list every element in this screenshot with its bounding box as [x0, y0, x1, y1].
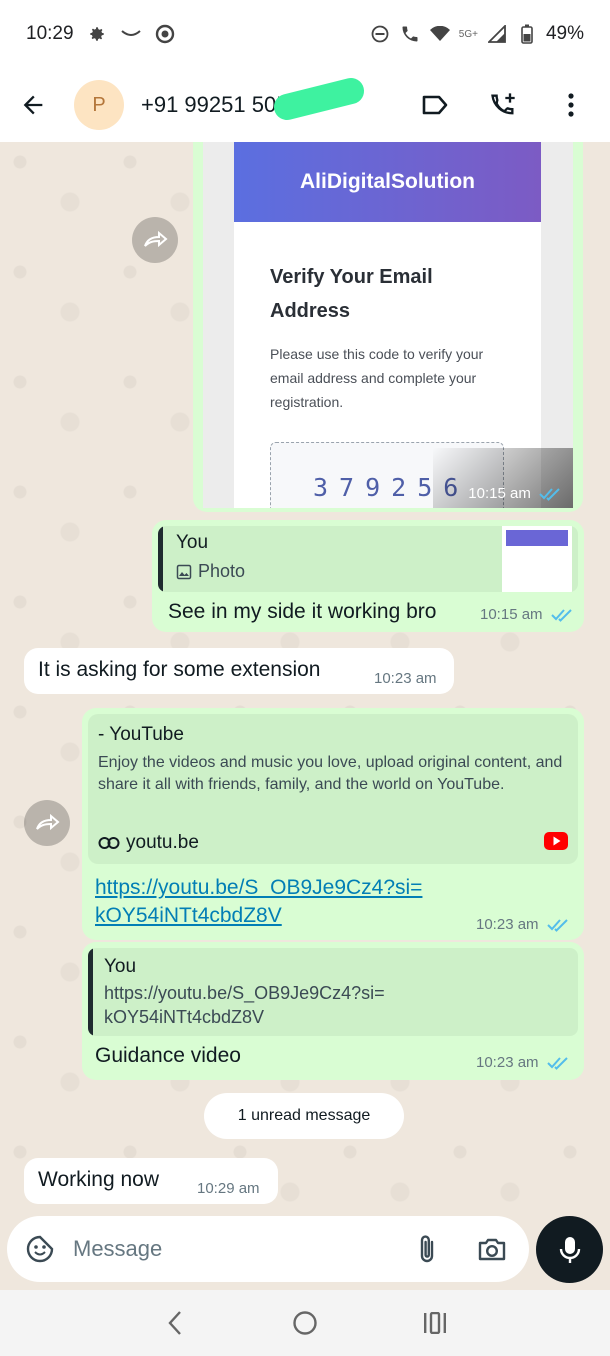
quote-url-line-2: kOY54iNTt4cbdZ8V	[104, 1007, 265, 1027]
email-title: Verify Your Email Address	[270, 266, 433, 322]
youtube-logo-icon	[544, 832, 568, 850]
more-options-icon[interactable]	[554, 88, 588, 122]
quote-type-text: Photo	[198, 561, 246, 581]
contact-name-text: +91 99251 505	[141, 92, 289, 117]
preview-domain-text: youtu.be	[126, 832, 199, 853]
message-time: 10:23 am	[374, 670, 437, 687]
read-ticks-icon	[547, 919, 568, 932]
quote-author: You	[176, 532, 209, 553]
do-not-disturb-icon	[369, 23, 391, 45]
voice-record-button[interactable]	[536, 1216, 603, 1283]
preview-title: - YouTube	[98, 724, 184, 745]
read-ticks-icon	[539, 488, 560, 501]
time-text: 10:15 am	[480, 606, 543, 623]
message-time: 10:23 am	[476, 1054, 569, 1071]
email-text: Please use this code to verify your emai…	[270, 346, 484, 410]
forward-icon	[36, 813, 60, 831]
nav-home-icon[interactable]	[285, 1303, 325, 1343]
microphone-icon	[559, 1236, 580, 1263]
message-time: 10:15 am	[480, 606, 573, 623]
incoming-message[interactable]: Working now 10:29 am	[24, 1158, 278, 1204]
quote-type: Photo	[176, 561, 245, 582]
url-line-2[interactable]: kOY54iNTt4cbdZ8V	[95, 902, 422, 930]
message-text: Guidance video	[95, 1044, 241, 1067]
quote-thumbnail	[502, 526, 572, 592]
reply-message[interactable]: You Photo See in my side it working bro …	[152, 520, 584, 632]
time-text: 10:15 am	[468, 485, 531, 502]
reply-message[interactable]: You https://youtu.be/S_OB9Je9Cz4?si= kOY…	[82, 942, 584, 1080]
sticker-icon[interactable]	[25, 1234, 55, 1264]
message-text: See in my side it working bro	[168, 600, 437, 623]
contact-name[interactable]: +91 99251 505	[141, 75, 367, 123]
message-time: 10:23 am	[476, 916, 569, 933]
camera-icon[interactable]	[477, 1236, 507, 1262]
smile-notification-icon	[120, 23, 142, 45]
quote-author: You	[104, 956, 137, 977]
chat-header: P +91 99251 505	[0, 68, 610, 142]
whatsapp-notification-icon	[154, 23, 176, 45]
wifi-icon	[429, 23, 451, 45]
label-tag-icon[interactable]	[418, 88, 452, 122]
message-input[interactable]: Message	[73, 1236, 162, 1262]
email-screenshot-image[interactable]: AliDigitalSolution Verify Your Email Add…	[203, 142, 573, 508]
link-preview-card[interactable]: - YouTube Enjoy the videos and music you…	[88, 714, 578, 864]
quoted-photo[interactable]: You Photo	[158, 526, 578, 592]
battery-icon	[516, 23, 538, 45]
forward-icon	[144, 230, 168, 248]
forward-button[interactable]	[132, 217, 178, 263]
read-ticks-icon	[551, 609, 572, 622]
quoted-link[interactable]: You https://youtu.be/S_OB9Je9Cz4?si= kOY…	[88, 948, 578, 1036]
contact-avatar[interactable]: P	[74, 80, 124, 130]
message-time: 10:15 am	[468, 485, 561, 502]
redaction-mark	[271, 75, 367, 123]
attach-icon[interactable]	[417, 1234, 437, 1264]
system-navigation-bar	[0, 1290, 610, 1356]
unread-divider: 1 unread message	[204, 1093, 404, 1139]
quote-bar	[88, 948, 93, 1036]
wifi-call-icon	[399, 23, 421, 45]
preview-domain: youtu.be	[98, 832, 199, 854]
message-composer[interactable]: Message	[7, 1216, 529, 1282]
message-text: It is asking for some extension	[38, 658, 321, 681]
message-text: Working now	[38, 1168, 159, 1191]
signal-icon	[486, 23, 508, 45]
network-type: 5G+	[458, 28, 478, 40]
back-arrow-icon[interactable]	[16, 88, 50, 122]
quote-url-line-1: https://youtu.be/S_OB9Je9Cz4?si=	[104, 983, 385, 1003]
preview-description: Enjoy the videos and music you love, upl…	[98, 754, 563, 793]
forward-button[interactable]	[24, 800, 70, 846]
link-icon	[98, 837, 120, 849]
link-message[interactable]: - YouTube Enjoy the videos and music you…	[82, 708, 584, 940]
add-call-icon[interactable]	[486, 88, 520, 122]
time-text: 10:23 am	[476, 1054, 539, 1071]
status-time: 10:29	[26, 23, 74, 44]
battery-level: 49%	[545, 23, 584, 44]
url-line-1[interactable]: https://youtu.be/S_OB9Je9Cz4?si=	[95, 874, 422, 902]
time-text: 10:23 am	[476, 916, 539, 933]
message-link[interactable]: https://youtu.be/S_OB9Je9Cz4?si= kOY54iN…	[95, 874, 422, 930]
image-message[interactable]: AliDigitalSolution Verify Your Email Add…	[193, 142, 583, 512]
nav-recents-icon[interactable]	[415, 1303, 455, 1343]
email-brand: AliDigitalSolution	[234, 142, 541, 222]
settings-gear-icon	[86, 23, 108, 45]
photo-icon	[176, 564, 192, 579]
read-ticks-icon	[547, 1057, 568, 1070]
incoming-message[interactable]: It is asking for some extension 10:23 am	[24, 648, 454, 694]
status-bar: 10:29 5G+ 49%	[0, 0, 610, 68]
chat-area[interactable]: AliDigitalSolution Verify Your Email Add…	[0, 142, 610, 1287]
message-time: 10:29 am	[197, 1180, 260, 1197]
quote-bar	[158, 526, 163, 592]
nav-back-icon[interactable]	[155, 1303, 195, 1343]
